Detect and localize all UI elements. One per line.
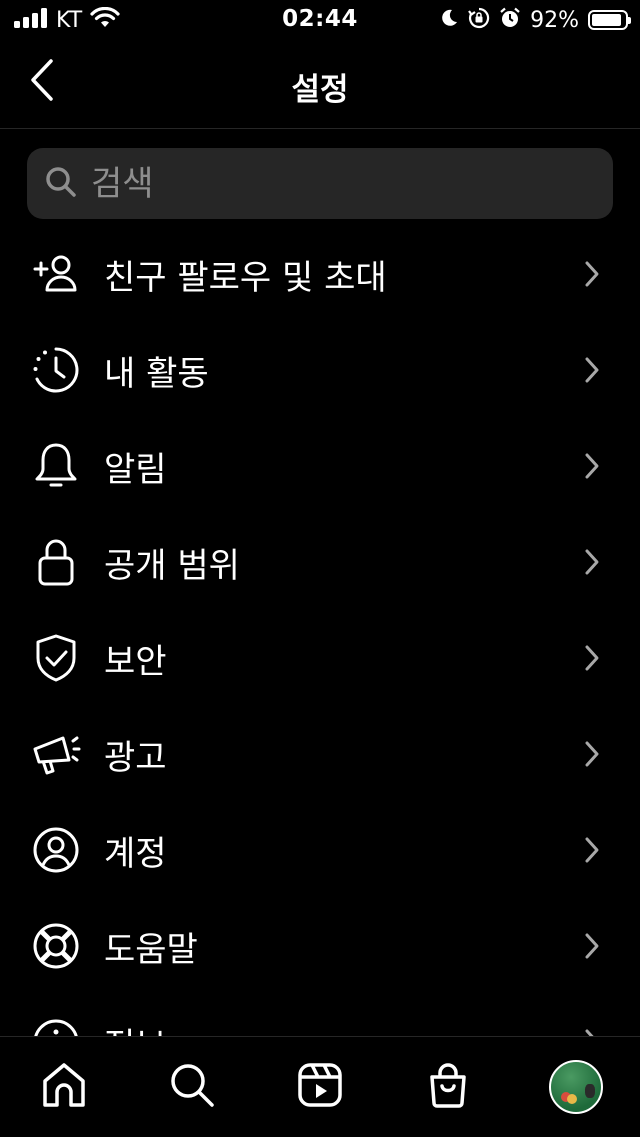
battery-fill xyxy=(592,14,622,26)
navigation-header: 설정 xyxy=(0,40,640,129)
account-circle-icon xyxy=(30,824,82,876)
activity-clock-icon xyxy=(30,344,82,396)
search-bar[interactable] xyxy=(27,148,613,219)
menu-item-label: 계정 xyxy=(104,833,167,874)
chevron-right-icon xyxy=(580,542,604,582)
chevron-right-icon xyxy=(580,1022,604,1036)
menu-item-label: 내 활동 xyxy=(104,353,209,394)
avatar-detail xyxy=(567,1094,577,1104)
lock-icon xyxy=(30,536,82,588)
chevron-right-icon xyxy=(580,734,604,774)
settings-menu: 친구 팔로우 및 초대 내 활동 알림 공개 범위 보안 광고 계정 도움말 xyxy=(0,226,640,1036)
page-title: 설정 xyxy=(291,72,349,108)
menu-item-activity[interactable]: 내 활동 xyxy=(0,322,640,418)
search-input[interactable] xyxy=(89,162,573,205)
chevron-right-icon xyxy=(580,446,604,486)
shield-check-icon xyxy=(30,632,82,684)
avatar-detail xyxy=(585,1084,595,1098)
menu-item-notifications[interactable]: 알림 xyxy=(0,418,640,514)
chevron-right-icon xyxy=(580,830,604,870)
menu-item-ads[interactable]: 광고 xyxy=(0,706,640,802)
home-icon xyxy=(40,1061,88,1113)
menu-item-account[interactable]: 계정 xyxy=(0,802,640,898)
megaphone-icon xyxy=(30,728,82,780)
search-icon xyxy=(168,1061,216,1113)
menu-item-label: 친구 팔로우 및 초대 xyxy=(104,257,387,298)
tab-home[interactable] xyxy=(36,1059,92,1115)
search-icon xyxy=(45,166,77,202)
lifebuoy-icon xyxy=(30,920,82,972)
profile-avatar xyxy=(549,1060,603,1114)
chevron-right-icon xyxy=(580,926,604,966)
add-person-icon xyxy=(30,248,82,300)
battery-icon xyxy=(588,10,631,30)
alarm-icon xyxy=(499,7,521,33)
chevron-right-icon xyxy=(580,638,604,678)
menu-item-privacy[interactable]: 공개 범위 xyxy=(0,514,640,610)
status-right: 92% xyxy=(439,6,631,34)
chevron-right-icon xyxy=(580,254,604,294)
menu-item-label: 정보 xyxy=(104,1018,167,1037)
tab-profile[interactable] xyxy=(548,1059,604,1115)
shop-icon xyxy=(424,1061,472,1113)
menu-item-label: 공개 범위 xyxy=(104,545,240,586)
menu-item-follow-invite[interactable]: 친구 팔로우 및 초대 xyxy=(0,226,640,322)
battery-percent: 92% xyxy=(530,7,579,33)
menu-item-about[interactable]: 정보 xyxy=(0,994,640,1036)
menu-item-security[interactable]: 보안 xyxy=(0,610,640,706)
info-icon xyxy=(30,1016,82,1036)
menu-item-label: 알림 xyxy=(104,449,167,490)
menu-item-help[interactable]: 도움말 xyxy=(0,898,640,994)
status-bar: KT 02:44 92% xyxy=(0,0,640,40)
tab-search[interactable] xyxy=(164,1059,220,1115)
chevron-right-icon xyxy=(580,350,604,390)
tab-reels[interactable] xyxy=(292,1059,348,1115)
moon-icon xyxy=(439,8,459,32)
menu-item-label: 보안 xyxy=(104,641,167,682)
tab-shop[interactable] xyxy=(420,1059,476,1115)
reels-icon xyxy=(296,1061,344,1113)
bell-icon xyxy=(30,440,82,492)
menu-item-label: 광고 xyxy=(104,737,167,778)
orientation-lock-icon xyxy=(468,7,490,33)
bottom-tab-bar xyxy=(0,1036,640,1137)
menu-item-label: 도움말 xyxy=(104,929,198,970)
